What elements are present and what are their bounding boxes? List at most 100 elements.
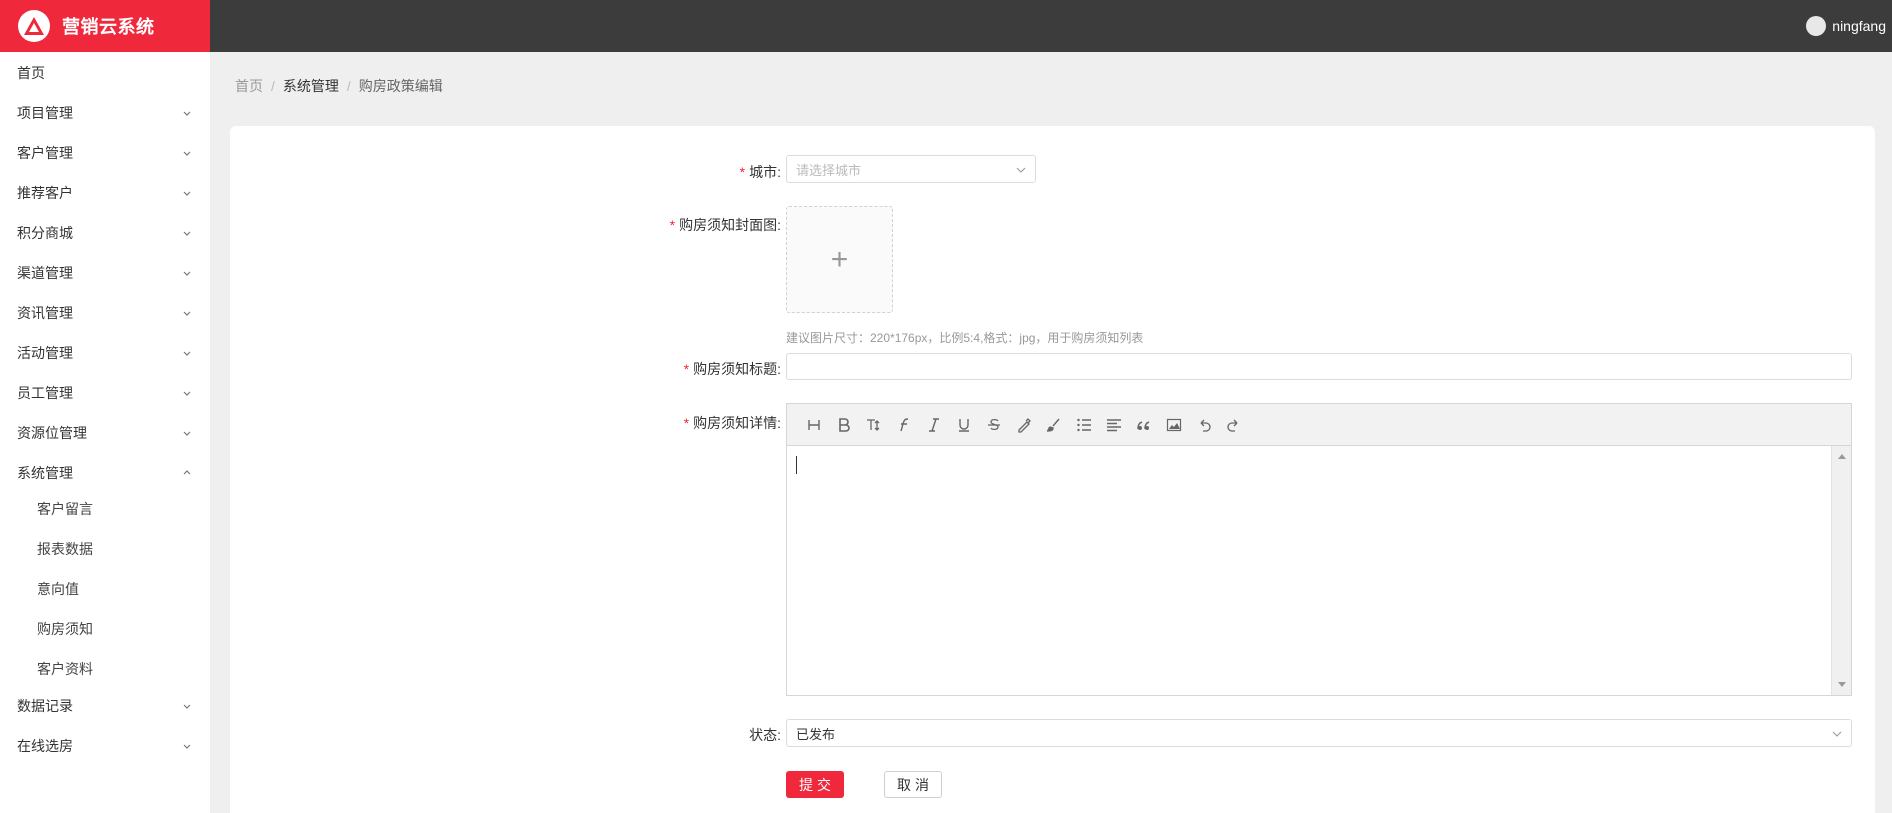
brand[interactable]: 营销云系统 <box>0 0 210 52</box>
sidebar-item-label: 资源位管理 <box>17 425 87 441</box>
sidebar-item-customers[interactable]: 客户管理 <box>0 133 210 173</box>
status-value: 已发布 <box>796 726 836 742</box>
chevron-down-icon <box>183 231 191 236</box>
chevron-down-icon <box>183 391 191 396</box>
brand-logo-icon <box>18 10 50 42</box>
sidebar-subitem-label: 意向值 <box>37 581 79 597</box>
redo-icon[interactable] <box>1219 410 1249 440</box>
sidebar-subitem-label: 购房须知 <box>37 621 93 637</box>
sidebar-item-label: 首页 <box>17 65 45 81</box>
chevron-down-icon <box>183 111 191 116</box>
chevron-down-icon <box>183 351 191 356</box>
sidebar-subitem-label: 客户资料 <box>37 661 93 677</box>
sidebar-item-news[interactable]: 资讯管理 <box>0 293 210 333</box>
breadcrumb-separator: / <box>346 78 351 94</box>
align-icon[interactable] <box>1099 410 1129 440</box>
required-mark: * <box>669 217 676 233</box>
title-label: * 购房须知标题: <box>541 359 781 379</box>
sidebar-subitem-reports[interactable]: 报表数据 <box>0 529 210 569</box>
title-input[interactable] <box>786 353 1852 380</box>
cover-hint: 建议图片尺寸：220*176px，比例5:4,格式：jpg，用于购房须知列表 <box>786 331 1144 345</box>
chevron-down-icon <box>183 431 191 436</box>
font-size-icon[interactable] <box>859 410 889 440</box>
text-color-icon[interactable] <box>1009 410 1039 440</box>
city-select[interactable]: 请选择城市 <box>786 155 1036 183</box>
chevron-down-icon <box>1016 167 1026 173</box>
cover-upload[interactable]: + <box>786 206 893 313</box>
chevron-down-icon <box>183 704 191 709</box>
editor-toolbar <box>787 404 1851 446</box>
city-label-text: 城市: <box>749 164 781 180</box>
app-title: 营销云系统 <box>62 17 155 37</box>
sidebar-item-activities[interactable]: 活动管理 <box>0 333 210 373</box>
text-caret <box>796 456 797 474</box>
cover-label-text: 购房须知封面图: <box>679 217 781 233</box>
font-family-icon[interactable] <box>889 410 919 440</box>
top-bar: 营销云系统 ningfang <box>0 0 1892 52</box>
underline-icon[interactable] <box>949 410 979 440</box>
sidebar-item-online-selection[interactable]: 在线选房 <box>0 726 210 766</box>
status-label: 状态: <box>541 725 781 745</box>
sidebar-item-label: 活动管理 <box>17 345 73 361</box>
sidebar-item-records[interactable]: 数据记录 <box>0 686 210 726</box>
sidebar-subitem-customer-info[interactable]: 客户资料 <box>0 649 210 689</box>
bold-icon[interactable] <box>829 410 859 440</box>
sidebar-item-projects[interactable]: 项目管理 <box>0 93 210 133</box>
status-select[interactable]: 已发布 <box>786 719 1852 747</box>
breadcrumb-system[interactable]: 系统管理 <box>283 76 339 96</box>
editor-scrollbar[interactable] <box>1831 446 1851 695</box>
sidebar-subitem-label: 报表数据 <box>37 541 93 557</box>
sidebar: 首页 项目管理 客户管理 推荐客户 积分商城 渠道管理 资讯管理 活动管理 员工… <box>0 52 210 813</box>
scroll-up-icon[interactable] <box>1837 452 1847 462</box>
sidebar-item-label: 客户管理 <box>17 145 73 161</box>
editor-content-area[interactable] <box>787 446 1851 695</box>
strikethrough-icon[interactable] <box>979 410 1009 440</box>
sidebar-item-label: 系统管理 <box>17 465 73 481</box>
quote-icon[interactable] <box>1129 410 1159 440</box>
sidebar-subitem-intent[interactable]: 意向值 <box>0 569 210 609</box>
sidebar-item-label: 项目管理 <box>17 105 73 121</box>
breadcrumb-home[interactable]: 首页 <box>235 76 263 96</box>
sidebar-item-resource-slots[interactable]: 资源位管理 <box>0 413 210 453</box>
breadcrumb-separator: / <box>271 78 275 94</box>
sidebar-subitem-label: 客户留言 <box>37 501 93 517</box>
chevron-down-icon <box>183 744 191 749</box>
background-color-icon[interactable] <box>1039 410 1069 440</box>
sidebar-item-label: 在线选房 <box>17 738 73 754</box>
rich-text-editor <box>786 403 1852 696</box>
required-mark: * <box>683 361 690 377</box>
sidebar-subitem-messages[interactable]: 客户留言 <box>0 489 210 529</box>
chevron-down-icon <box>1832 731 1842 737</box>
sidebar-item-home[interactable]: 首页 <box>0 53 210 93</box>
undo-icon[interactable] <box>1189 410 1219 440</box>
required-mark: * <box>683 415 690 431</box>
image-icon[interactable] <box>1159 410 1189 440</box>
sidebar-item-referrals[interactable]: 推荐客户 <box>0 173 210 213</box>
sidebar-item-points-mall[interactable]: 积分商城 <box>0 213 210 253</box>
city-label: * 城市: <box>541 162 781 182</box>
sidebar-subitem-purchase-notice[interactable]: 购房须知 <box>0 609 210 649</box>
cancel-button[interactable]: 取消 <box>884 771 942 798</box>
breadcrumb-current: 购房政策编辑 <box>358 78 443 94</box>
city-placeholder: 请选择城市 <box>796 162 862 178</box>
italic-icon[interactable] <box>919 410 949 440</box>
list-icon[interactable] <box>1069 410 1099 440</box>
submit-button[interactable]: 提交 <box>786 771 844 798</box>
heading-icon[interactable] <box>799 410 829 440</box>
sidebar-item-staff[interactable]: 员工管理 <box>0 373 210 413</box>
status-label-text: 状态: <box>749 727 781 743</box>
sidebar-item-label: 推荐客户 <box>17 185 73 201</box>
chevron-down-icon <box>183 311 191 316</box>
sidebar-item-system[interactable]: 系统管理 <box>0 453 210 493</box>
chevron-down-icon <box>183 151 191 156</box>
chevron-down-icon <box>183 191 191 196</box>
avatar <box>1806 16 1827 36</box>
sidebar-item-channels[interactable]: 渠道管理 <box>0 253 210 293</box>
required-mark: * <box>739 164 746 180</box>
chevron-down-icon <box>183 271 191 276</box>
user-menu[interactable]: ningfang <box>1806 0 1886 52</box>
scroll-down-icon[interactable] <box>1837 679 1847 689</box>
sidebar-item-label: 数据记录 <box>17 698 73 714</box>
detail-label-text: 购房须知详情: <box>693 415 781 431</box>
title-label-text: 购房须知标题: <box>693 361 781 377</box>
